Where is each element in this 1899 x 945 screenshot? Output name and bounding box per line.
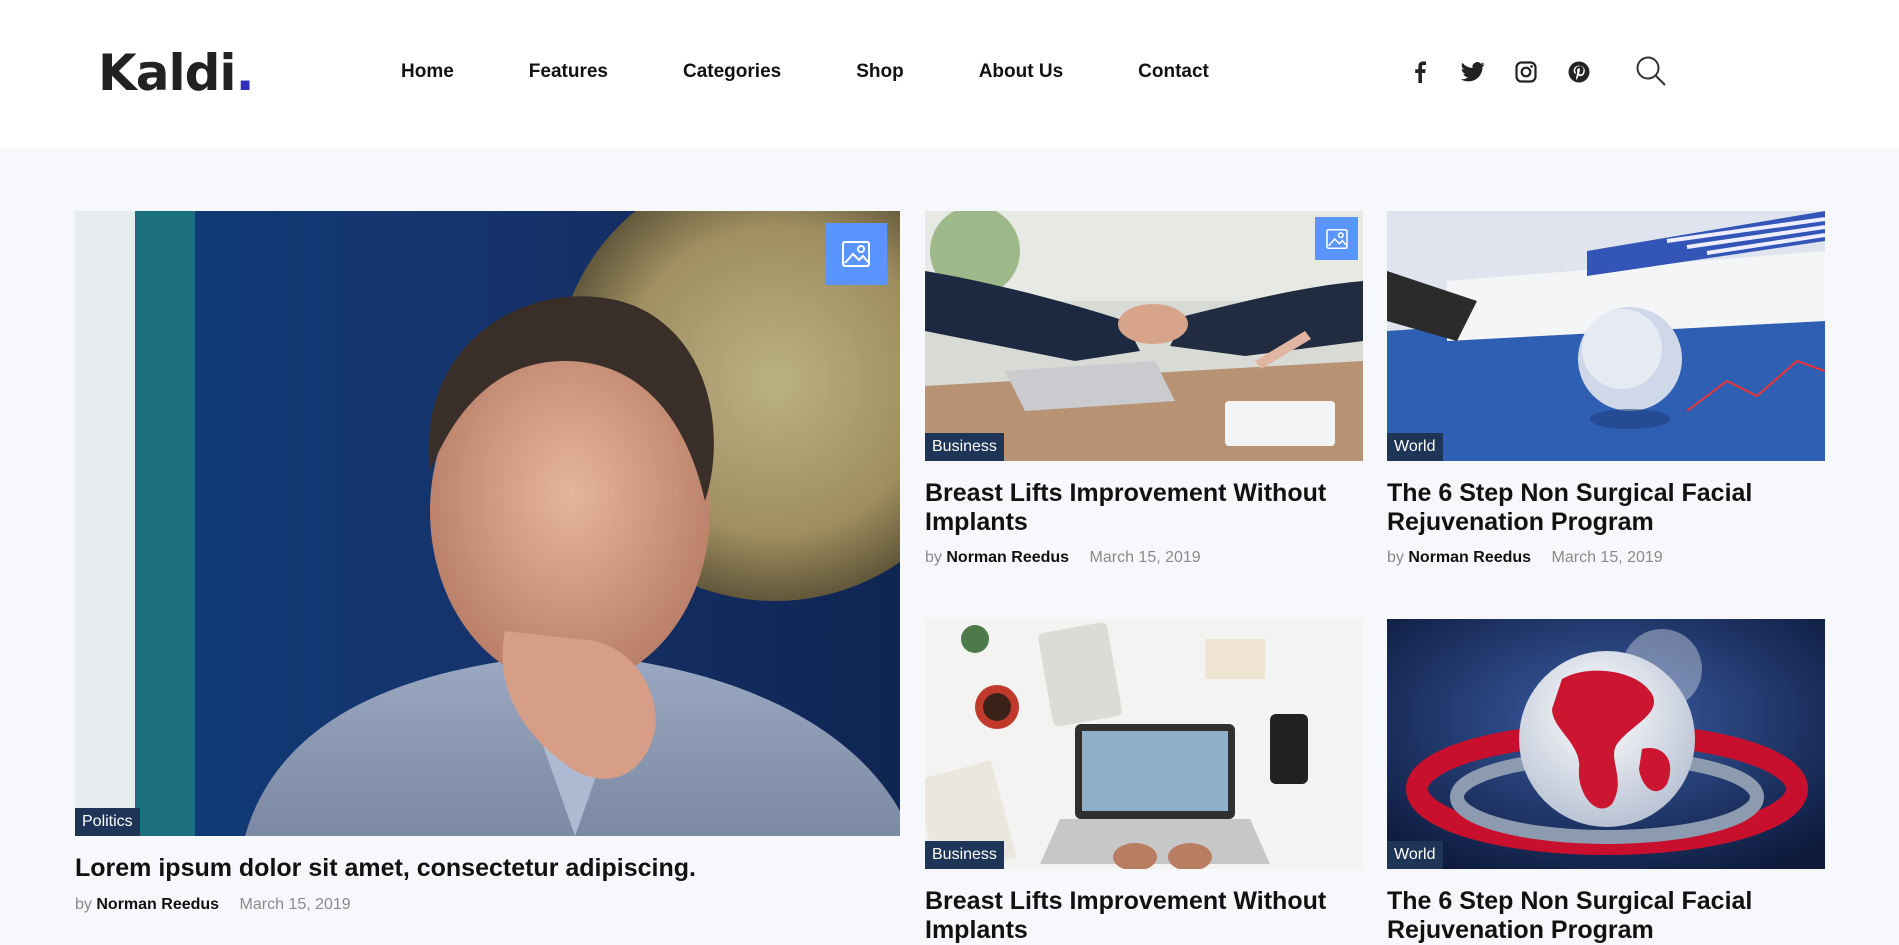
site-logo[interactable]: Kaldi. — [98, 38, 255, 108]
gallery-button[interactable] — [825, 223, 887, 285]
post-title[interactable]: The 6 Step Non Surgical Facial Rejuvenat… — [1387, 887, 1817, 945]
globe-image — [1387, 619, 1825, 869]
post-author[interactable]: Norman Reedus — [946, 549, 1069, 566]
post-card: World The 6 Step Non Surgical Facial Rej… — [1387, 211, 1825, 581]
post-title[interactable]: The 6 Step Non Surgical Facial Rejuvenat… — [1387, 479, 1817, 537]
nav-contact[interactable]: Contact — [1138, 58, 1209, 86]
site-header: Kaldi. Home Features Categories Shop Abo… — [0, 0, 1899, 148]
category-badge[interactable]: Business — [925, 841, 1004, 869]
main-nav: Home Features Categories Shop About Us C… — [401, 58, 1209, 86]
post-meta: by Norman Reedus March 15, 2019 — [1387, 548, 1663, 568]
nav-categories[interactable]: Categories — [683, 58, 781, 86]
category-badge[interactable]: World — [1387, 433, 1443, 461]
post-date: March 15, 2019 — [239, 896, 351, 913]
handshake-image — [925, 211, 1363, 461]
category-badge[interactable]: Politics — [75, 808, 140, 836]
post-image[interactable]: World — [1387, 211, 1825, 461]
post-card: Business Breast Lifts Improvement Withou… — [925, 619, 1363, 944]
post-image[interactable]: Business — [925, 619, 1363, 869]
nav-features[interactable]: Features — [529, 58, 608, 86]
logo-text: Kaldi — [98, 44, 237, 102]
category-badge[interactable]: World — [1387, 841, 1443, 869]
desk-laptop-image — [925, 619, 1363, 869]
newspaper-globe-image — [1387, 211, 1825, 461]
search-icon[interactable] — [1634, 54, 1668, 88]
post-author[interactable]: Norman Reedus — [96, 896, 219, 913]
meta-by: by — [925, 549, 942, 566]
post-card: World The 6 Step Non Surgical Facial Rej… — [1387, 619, 1825, 944]
nav-about-us[interactable]: About Us — [979, 58, 1063, 86]
facebook-icon[interactable] — [1405, 58, 1435, 86]
post-title[interactable]: Breast Lifts Improvement Without Implant… — [925, 887, 1355, 945]
featured-post: Politics Lorem ipsum dolor sit amet, con… — [75, 211, 900, 926]
post-card: Business Breast Lifts Improvement Withou… — [925, 211, 1363, 581]
post-author[interactable]: Norman Reedus — [1408, 549, 1531, 566]
post-meta: by Norman Reedus March 15, 2019 — [75, 895, 351, 915]
post-image[interactable]: World — [1387, 619, 1825, 869]
portrait-image — [75, 211, 900, 836]
pinterest-icon[interactable] — [1564, 58, 1594, 86]
nav-shop[interactable]: Shop — [856, 58, 904, 86]
post-meta: by Norman Reedus March 15, 2019 — [925, 548, 1201, 568]
featured-post-image[interactable]: Politics — [75, 211, 900, 836]
logo-dot: . — [235, 44, 255, 102]
nav-home[interactable]: Home — [401, 58, 454, 86]
social-links — [1405, 58, 1617, 86]
post-title[interactable]: Breast Lifts Improvement Without Implant… — [925, 479, 1355, 537]
image-gallery-icon — [842, 241, 870, 267]
post-date: March 15, 2019 — [1551, 549, 1663, 566]
category-badge[interactable]: Business — [925, 433, 1004, 461]
image-gallery-icon — [1325, 228, 1348, 249]
meta-by: by — [75, 896, 92, 913]
post-image[interactable]: Business — [925, 211, 1363, 461]
post-title[interactable]: Lorem ipsum dolor sit amet, consectetur … — [75, 854, 900, 883]
instagram-icon[interactable] — [1511, 58, 1541, 86]
post-date: March 15, 2019 — [1089, 549, 1201, 566]
gallery-button[interactable] — [1315, 217, 1358, 260]
twitter-icon[interactable] — [1458, 58, 1488, 86]
meta-by: by — [1387, 549, 1404, 566]
